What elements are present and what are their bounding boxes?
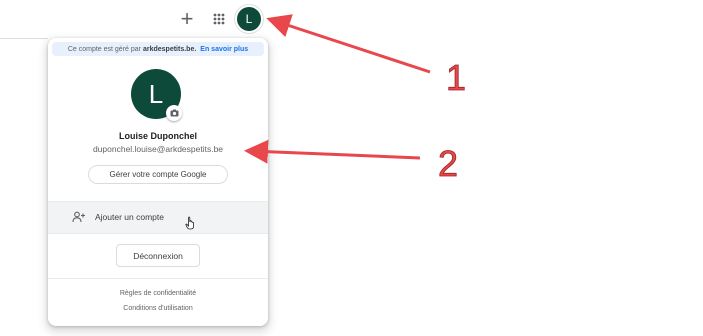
divider (48, 278, 268, 279)
add-account-label: Ajouter un compte (95, 212, 164, 222)
annotation-number-1: 1 (446, 57, 466, 98)
header-divider (0, 38, 48, 39)
change-photo-button[interactable] (166, 105, 182, 121)
apps-grid-icon (213, 13, 225, 25)
add-person-icon (72, 211, 85, 223)
learn-more-link[interactable]: En savoir plus (200, 46, 248, 53)
managed-account-banner: Ce compte est géré par arkdespetits.be. … (52, 42, 264, 56)
manage-account-label: Gérer votre compte Google (109, 170, 207, 179)
profile-avatar-initial: L (148, 78, 164, 109)
user-name: Louise Duponchel (118, 131, 197, 141)
annotation-number-2: 2 (438, 143, 458, 184)
plus-icon: + (180, 6, 194, 31)
create-button[interactable]: + (176, 6, 198, 31)
managed-text: Ce compte est géré par (67, 45, 141, 53)
account-avatar-button[interactable]: L (237, 7, 261, 31)
hand-cursor-icon (185, 216, 194, 230)
camera-icon (170, 109, 178, 117)
divider (48, 233, 268, 234)
logout-label: Déconnexion (133, 250, 183, 261)
avatar-initial: L (245, 12, 253, 26)
account-menu: Ce compte est géré par arkdespetits.be. … (48, 38, 268, 326)
annotation-arrow-2 (244, 139, 421, 164)
add-account-item[interactable]: Ajouter un compte (48, 202, 268, 233)
manage-account-button[interactable]: Gérer votre compte Google (88, 165, 228, 184)
privacy-link[interactable]: Règles de confidentialité (48, 290, 268, 297)
logout-button[interactable]: Déconnexion (116, 244, 200, 267)
annotation-arrow-1 (266, 14, 431, 74)
apps-button[interactable] (209, 9, 229, 29)
user-email: duponchel.louise@arkdespetits.be (92, 144, 224, 154)
terms-link[interactable]: Conditions d'utilisation (48, 305, 268, 312)
managed-domain: arkdespetits.be. (142, 45, 197, 53)
